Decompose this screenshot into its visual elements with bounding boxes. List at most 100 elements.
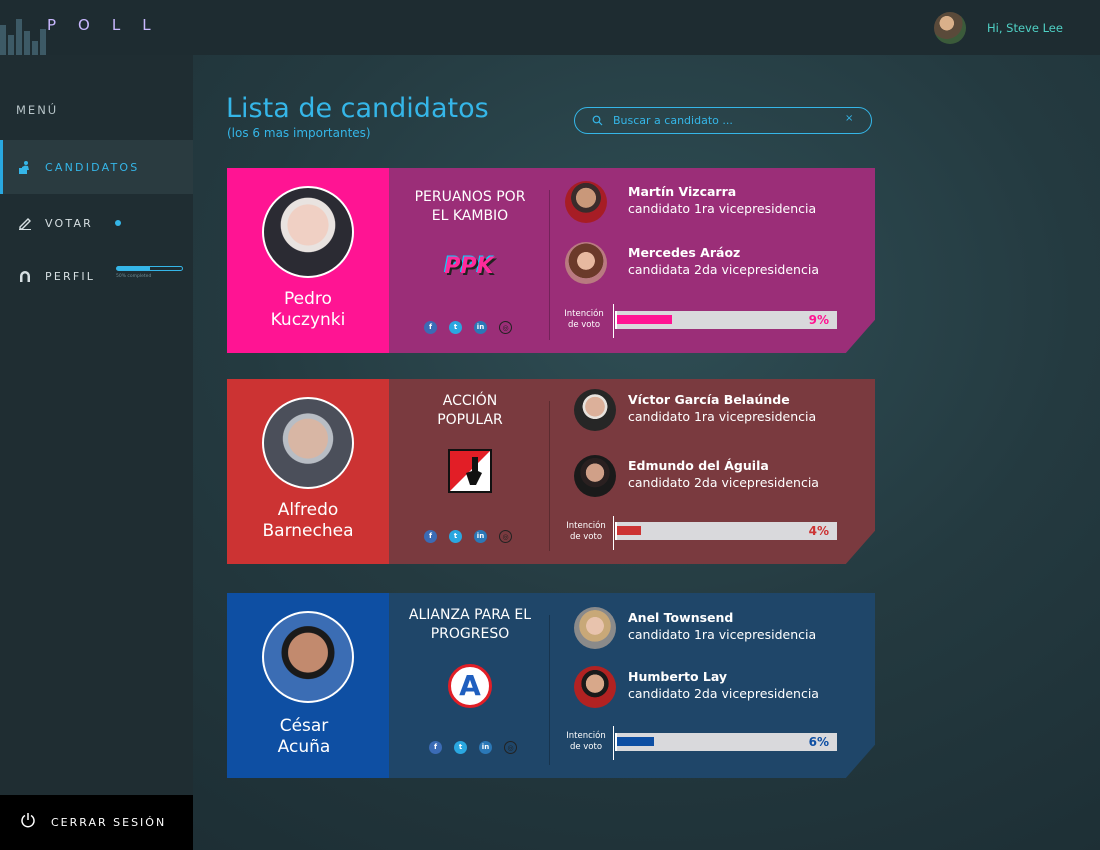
vp-role: candidato 1ra vicepresidencia <box>628 409 817 424</box>
linkedin-icon[interactable]: in <box>479 741 492 754</box>
website-icon[interactable]: ◎ <box>499 530 512 543</box>
twitter-icon[interactable]: t <box>454 741 467 754</box>
top-bar: POLL Hi, Steve Lee <box>0 0 1100 55</box>
vice-president-2: Humberto Lay candidato 2da vicepresidenc… <box>565 666 865 710</box>
twitter-icon[interactable]: t <box>449 321 462 334</box>
vp-role: candidato 2da vicepresidencia <box>628 686 819 701</box>
vp-role: candidata 2da vicepresidencia <box>628 262 819 277</box>
party-name-line2: EL KAMBIO <box>431 208 509 224</box>
party-logo-shovel-icon <box>448 449 492 493</box>
facebook-icon[interactable]: f <box>429 741 442 754</box>
social-links: f t in ◎ <box>424 321 512 334</box>
vote-bar-track: 9% <box>615 311 837 329</box>
candidate-card-kuczynski[interactable]: Pedro Kuczynki PERUANOS POR EL KAMBIO PP… <box>227 168 875 353</box>
vice-president-1: Martín Vizcarra candidato 1ra vicepresid… <box>565 181 865 225</box>
search-box: × <box>574 107 872 134</box>
candidate-name-line1: Pedro <box>284 289 332 309</box>
power-icon <box>21 813 35 828</box>
logout-button[interactable]: CERRAR SESIÓN <box>0 795 193 850</box>
vice-president-2: Edmundo del Águila candidato 2da vicepre… <box>565 455 865 499</box>
candidate-photo <box>262 397 354 489</box>
profile-progress-fill <box>117 267 150 270</box>
app-logo[interactable]: POLL <box>47 16 173 34</box>
logout-label: CERRAR SESIÓN <box>51 816 167 829</box>
sidebar-item-label: PERFIL <box>45 269 96 283</box>
divider <box>549 615 550 765</box>
candidate-name-line1: César <box>279 716 329 736</box>
profile-icon <box>20 271 30 282</box>
clear-search-icon[interactable]: × <box>845 113 853 124</box>
vote-axis <box>613 516 614 550</box>
vote-percentage: 6% <box>808 735 829 749</box>
vote-bar-fill <box>617 315 672 324</box>
vp-photo <box>565 242 607 284</box>
vp-role: candidato 2da vicepresidencia <box>628 475 819 490</box>
vote-bar-track: 6% <box>615 733 837 751</box>
vote-icon <box>19 218 31 230</box>
vp-photo <box>565 181 607 223</box>
sidebar-item-label: CANDIDATOS <box>45 160 140 174</box>
vice-president-2: Mercedes Aráoz candidata 2da vicepreside… <box>565 242 865 286</box>
vote-percentage: 9% <box>808 313 829 327</box>
user-avatar[interactable] <box>934 12 966 44</box>
candidate-photo <box>262 611 354 703</box>
candidate-details: ACCIÓN POPULAR f t in ◎ Víctor García Be… <box>389 379 875 564</box>
social-links: f t in ◎ <box>424 530 512 543</box>
sidebar: MENÚ CANDIDATOS VOTAR PERFIL 50% complet… <box>0 55 193 850</box>
sidebar-item-votar[interactable]: VOTAR <box>0 196 193 250</box>
search-input[interactable] <box>613 111 843 129</box>
candidate-details: ALIANZA PARA EL PROGRESO A f t in ◎ Anel… <box>389 593 875 778</box>
social-links: f t in ◎ <box>429 741 517 754</box>
user-greeting[interactable]: Hi, Steve Lee <box>987 21 1063 35</box>
notification-dot <box>115 220 121 226</box>
candidates-icon <box>19 161 29 174</box>
vice-president-1: Víctor García Belaúnde candidato 1ra vic… <box>565 389 865 433</box>
vp-photo <box>574 607 616 649</box>
party-name-line2: PROGRESO <box>430 626 510 642</box>
linkedin-icon[interactable]: in <box>474 321 487 334</box>
candidate-panel: Alfredo Barnechea <box>227 379 389 564</box>
candidate-name-line2: Barnechea <box>262 521 354 541</box>
facebook-icon[interactable]: f <box>424 530 437 543</box>
vp-name: Anel Townsend <box>628 610 734 625</box>
page-subtitle: (los 6 mas importantes) <box>227 126 371 140</box>
candidate-photo <box>262 186 354 278</box>
candidate-panel: César Acuña <box>227 593 389 778</box>
vote-intention-label: Intención de voto <box>564 309 604 330</box>
candidate-name-line2: Acuña <box>277 737 331 757</box>
website-icon[interactable]: ◎ <box>499 321 512 334</box>
vote-bar-track: 4% <box>615 522 837 540</box>
vice-president-1: Anel Townsend candidato 1ra vicepresiden… <box>565 607 865 651</box>
vp-photo <box>574 389 616 431</box>
candidate-card-acuna[interactable]: César Acuña ALIANZA PARA EL PROGRESO A f… <box>227 593 875 778</box>
linkedin-icon[interactable]: in <box>474 530 487 543</box>
vote-percentage: 4% <box>808 524 829 538</box>
twitter-icon[interactable]: t <box>449 530 462 543</box>
vp-role: candidato 1ra vicepresidencia <box>628 627 817 642</box>
sidebar-item-candidatos[interactable]: CANDIDATOS <box>0 140 193 194</box>
candidate-panel: Pedro Kuczynki <box>227 168 389 353</box>
facebook-icon[interactable]: f <box>424 321 437 334</box>
party-logo: A <box>448 664 492 708</box>
party-name-line1: PERUANOS POR <box>414 189 526 205</box>
vp-name: Mercedes Aráoz <box>628 245 741 260</box>
vp-name: Edmundo del Águila <box>628 458 769 473</box>
website-icon[interactable]: ◎ <box>504 741 517 754</box>
profile-progress-bar <box>116 266 183 271</box>
profile-progress-caption: 50% completed <box>116 274 152 279</box>
vp-name: Martín Vizcarra <box>628 184 737 199</box>
party-name-line1: ACCIÓN <box>442 393 498 409</box>
sidebar-item-perfil[interactable]: PERFIL 50% completed <box>0 249 193 303</box>
vote-bar-fill <box>617 737 654 746</box>
page-title: Lista de candidatos <box>226 93 489 124</box>
search-icon <box>592 115 603 126</box>
divider <box>549 401 550 551</box>
party-name-line2: POPULAR <box>437 412 503 428</box>
vp-photo <box>574 666 616 708</box>
vote-intention-label: Intención de voto <box>566 521 606 542</box>
candidate-card-barnechea[interactable]: Alfredo Barnechea ACCIÓN POPULAR f t in … <box>227 379 875 564</box>
vp-role: candidato 1ra vicepresidencia <box>628 201 817 216</box>
vote-intention-label: Intención de voto <box>566 731 606 752</box>
party-name-line1: ALIANZA PARA EL <box>408 607 532 623</box>
vote-bar-fill <box>617 526 642 535</box>
